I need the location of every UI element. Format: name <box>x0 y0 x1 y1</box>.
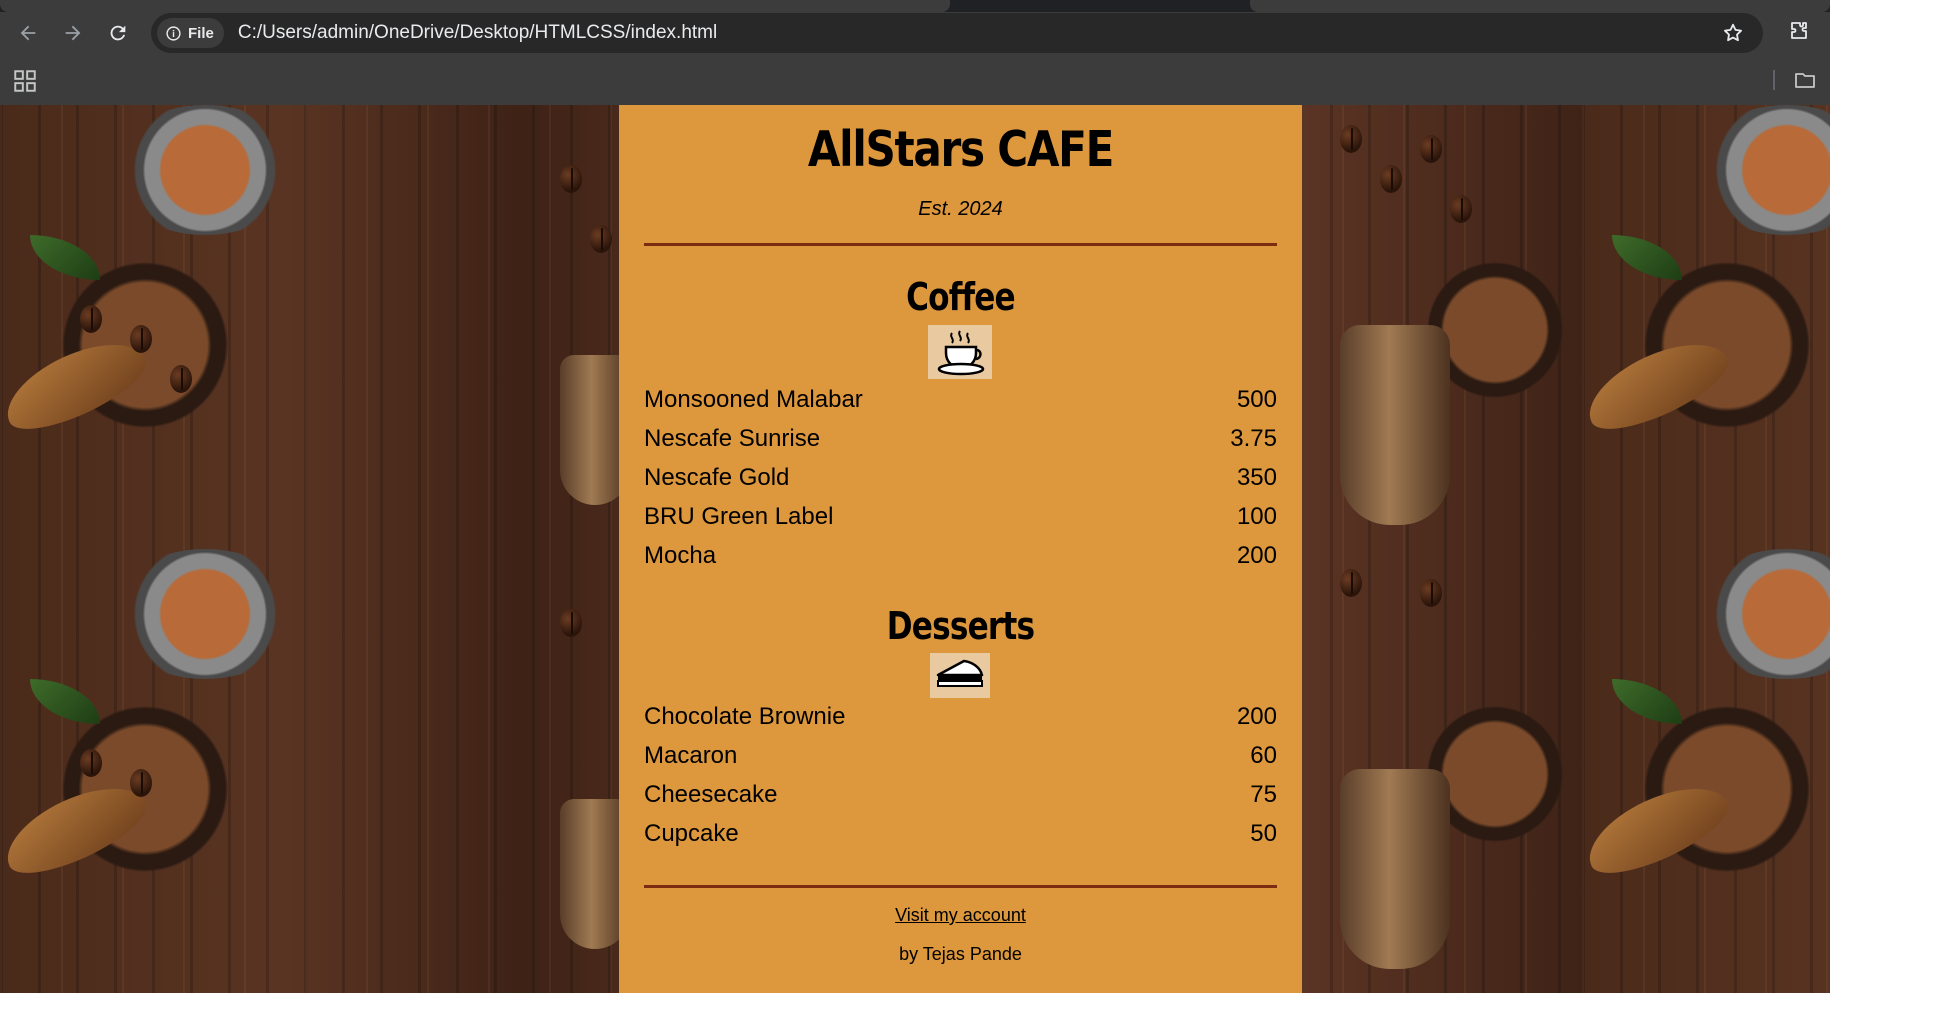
menu-item: Nescafe Gold 350 <box>644 464 1277 494</box>
item-name: Monsooned Malabar <box>644 386 863 413</box>
forward-button[interactable] <box>58 18 88 48</box>
tab-edge[interactable] <box>1250 0 1830 12</box>
item-name: Mocha <box>644 542 717 569</box>
item-name: Chocolate Brownie <box>644 703 846 730</box>
reload-button[interactable] <box>103 18 133 48</box>
reload-icon <box>110 25 126 41</box>
item-name: Nescafe Sunrise <box>644 425 821 452</box>
bookmarks-folder-button[interactable] <box>1793 68 1817 92</box>
coffee-cup-icon <box>928 325 992 379</box>
item-name: Cupcake <box>644 820 739 847</box>
pie-slice-icon <box>930 653 990 698</box>
background-image-tile <box>1582 549 1830 993</box>
bookmark-star-button[interactable] <box>1718 18 1748 48</box>
menu-item: Mocha 200 <box>644 542 1277 572</box>
item-name: Nescafe Gold <box>644 464 790 491</box>
apps-grid-button[interactable] <box>12 68 38 94</box>
item-price: 3.75 <box>1230 425 1277 452</box>
visit-account-link[interactable]: Visit my account <box>619 905 1302 926</box>
menu-item: Macaron 60 <box>644 742 1277 772</box>
section-title-desserts: Desserts <box>886 604 1035 648</box>
cafe-title: AllStars CAFE <box>807 121 1115 178</box>
item-price: 500 <box>1236 386 1277 413</box>
established-tagline: Est. 2024 <box>918 198 1003 220</box>
item-price: 200 <box>1236 542 1277 569</box>
menu-item: Nescafe Sunrise 3.75 <box>644 425 1277 455</box>
folder-icon <box>1795 73 1815 88</box>
bookmarks-separator <box>1773 70 1775 90</box>
section-title-coffee: Coffee <box>906 275 1016 319</box>
active-tab-edge[interactable] <box>0 0 950 12</box>
menu-item: Cupcake 50 <box>644 820 1277 850</box>
address-bar[interactable]: File C:/Users/admin/OneDrive/Desktop/HTM… <box>151 13 1763 53</box>
background-image-tile <box>1582 105 1830 549</box>
menu-card: AllStars CAFE Est. 2024 Coffee Monsooned… <box>619 105 1302 993</box>
star-icon <box>1724 23 1742 42</box>
item-name: BRU Green Label <box>644 503 834 530</box>
item-price: 50 <box>1250 820 1277 847</box>
site-info-chip[interactable]: File <box>157 18 224 48</box>
extensions-button[interactable] <box>1784 16 1814 46</box>
info-icon <box>166 25 181 41</box>
item-price: 60 <box>1250 742 1277 769</box>
item-price: 350 <box>1236 464 1277 491</box>
puzzle-icon <box>1791 22 1807 39</box>
forward-arrow-icon <box>65 25 81 41</box>
site-chip-label: File <box>188 24 214 42</box>
tab-strip <box>0 0 1830 12</box>
item-price: 200 <box>1236 703 1277 730</box>
menu-item: Monsooned Malabar 500 <box>644 386 1277 416</box>
bottom-divider <box>644 885 1277 888</box>
url-text[interactable]: C:/Users/admin/OneDrive/Desktop/HTMLCSS/… <box>238 22 717 44</box>
item-name: Macaron <box>644 742 738 769</box>
menu-item: Chocolate Brownie 200 <box>644 703 1277 733</box>
author-credit: by Tejas Pande <box>899 944 1022 964</box>
top-divider <box>644 243 1277 246</box>
menu-item: Cheesecake 75 <box>644 781 1277 811</box>
menu-item: BRU Green Label 100 <box>644 503 1277 533</box>
item-name: Cheesecake <box>644 781 778 808</box>
back-button[interactable] <box>13 18 43 48</box>
back-arrow-icon <box>20 25 36 41</box>
item-price: 100 <box>1236 503 1277 530</box>
browser-chrome: File C:/Users/admin/OneDrive/Desktop/HTM… <box>0 0 1830 105</box>
item-price: 75 <box>1250 781 1277 808</box>
grid-icon <box>14 70 36 92</box>
page-viewport: AllStars CAFE Est. 2024 Coffee Monsooned… <box>0 105 1830 993</box>
